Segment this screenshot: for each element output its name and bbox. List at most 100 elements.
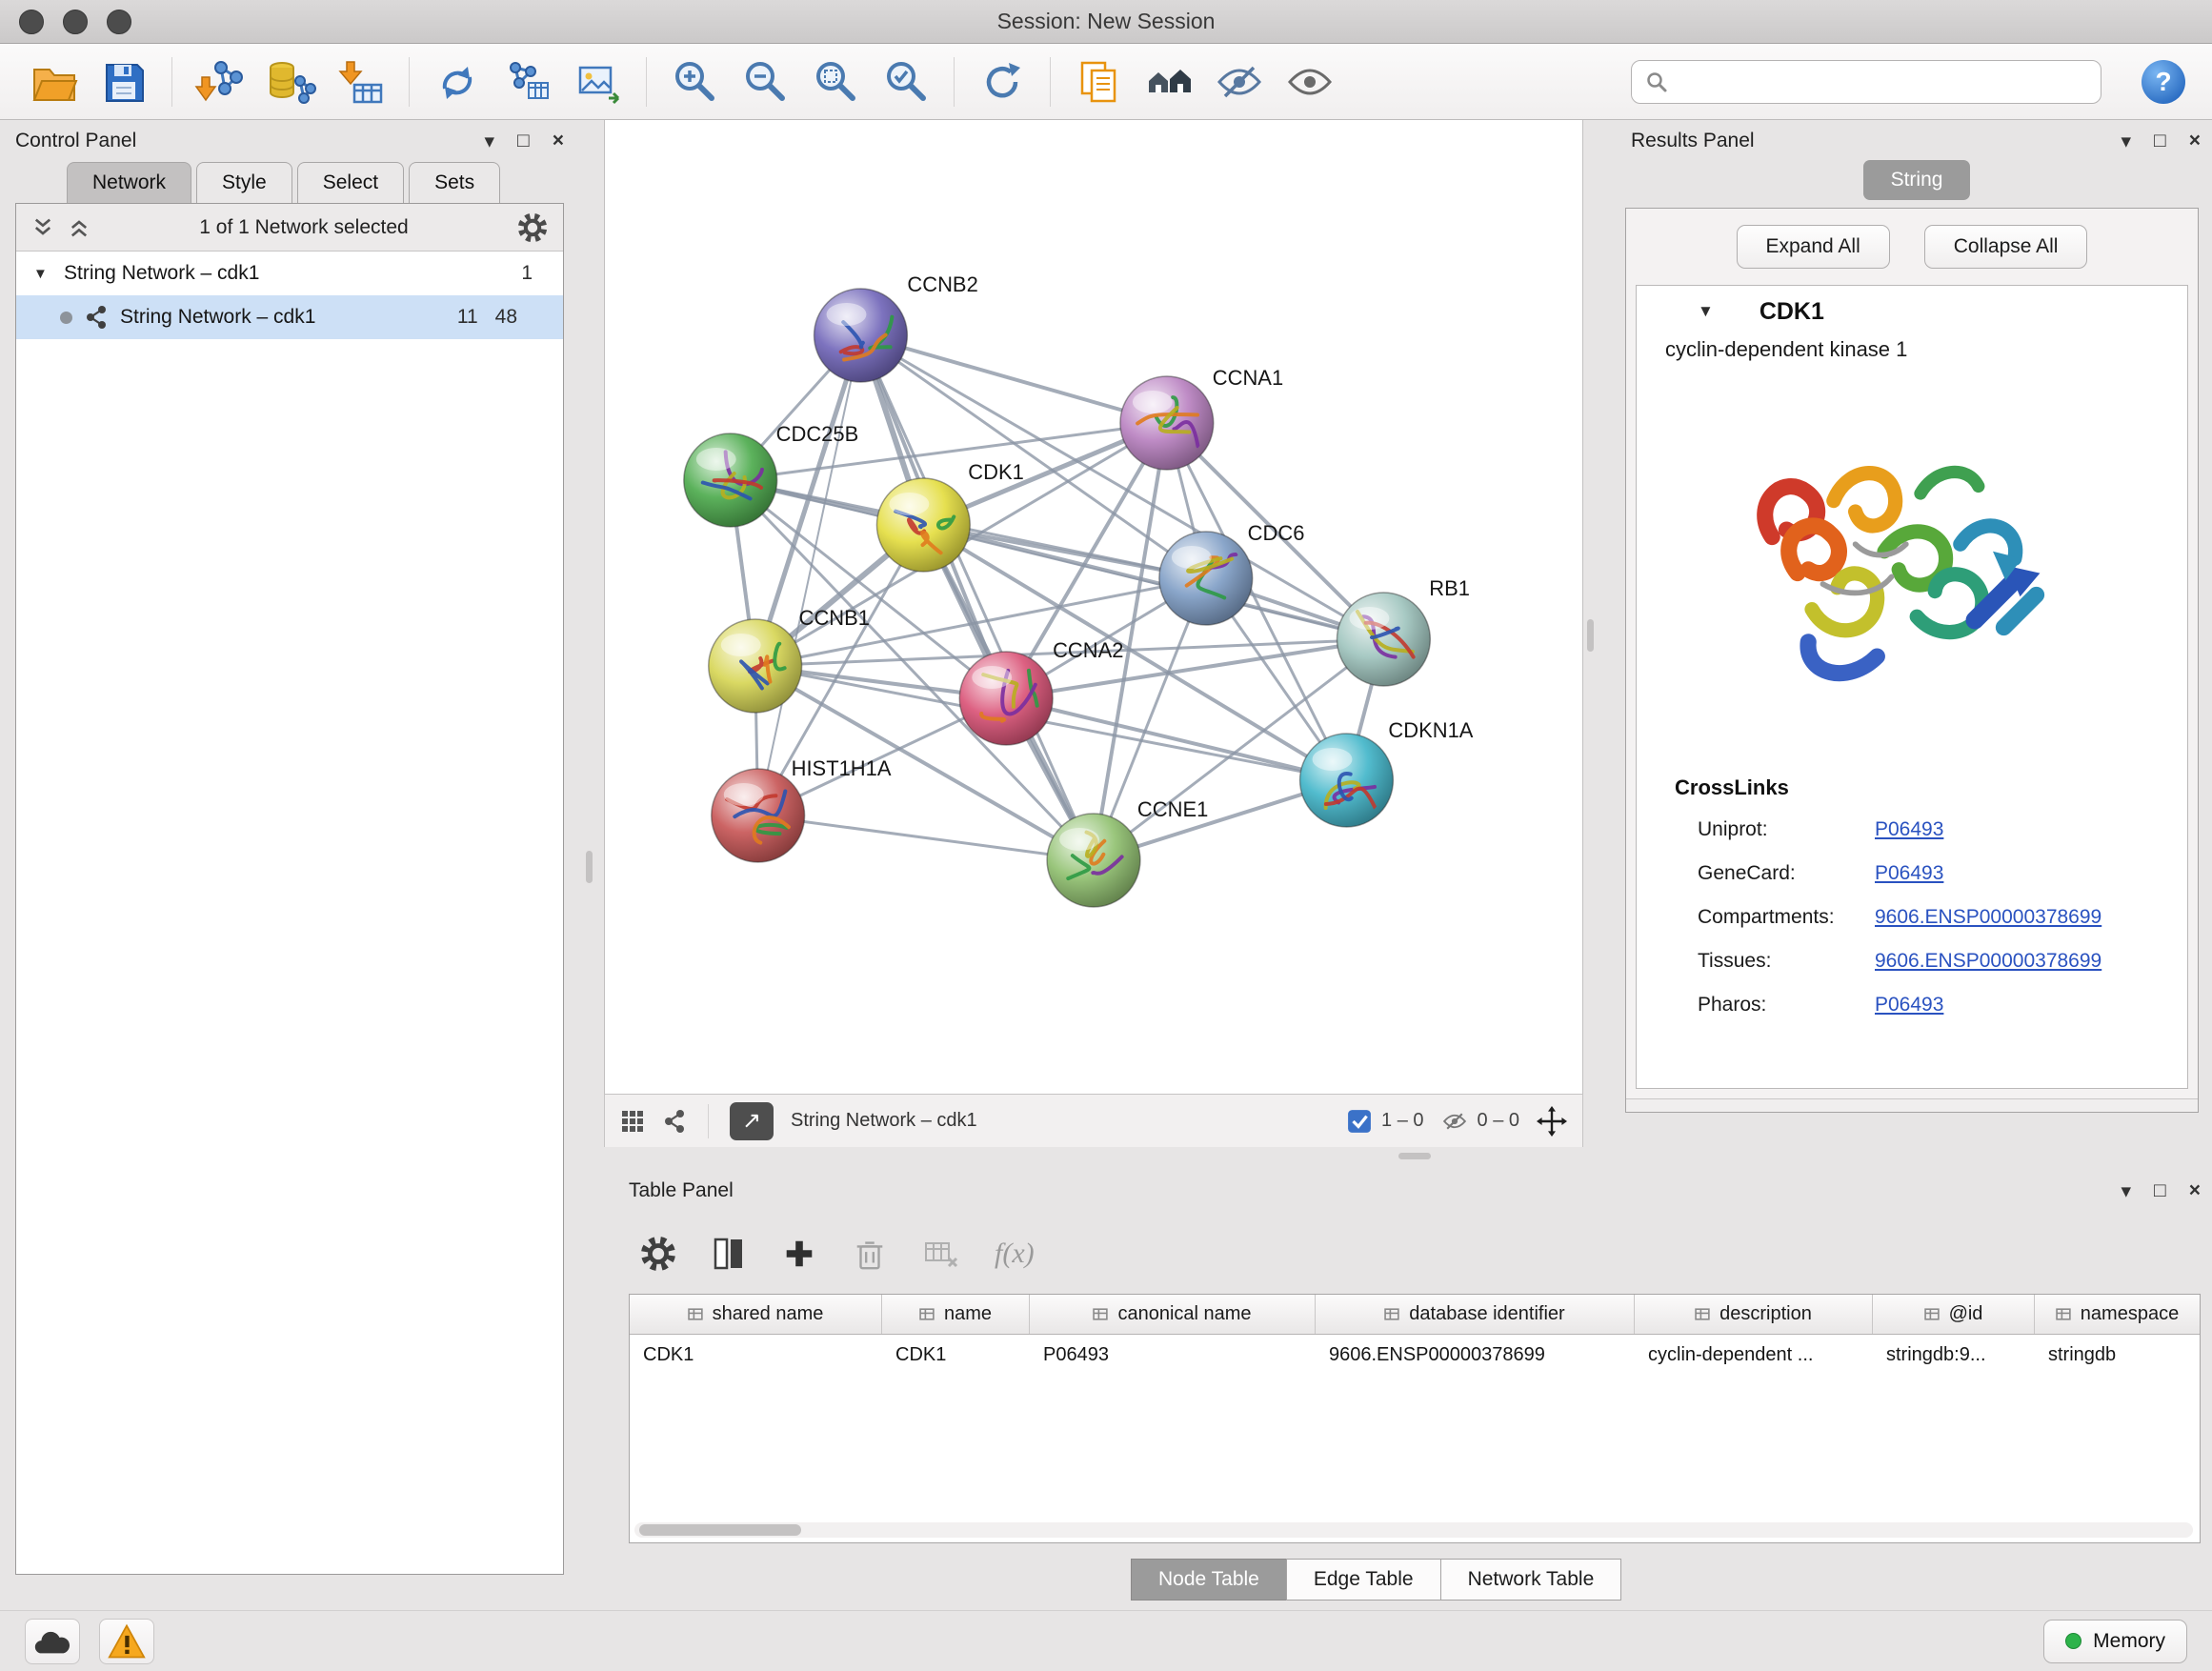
import-network-file-button[interactable]: [193, 54, 247, 110]
cell-database-identifier[interactable]: 9606.ENSP00000378699: [1316, 1335, 1635, 1375]
memory-button[interactable]: Memory: [2043, 1620, 2187, 1663]
gene-collapse-icon[interactable]: ▼: [1698, 302, 1714, 321]
column-header-id[interactable]: @id: [1873, 1295, 2035, 1334]
column-header-shared-name[interactable]: shared name: [630, 1295, 882, 1334]
table-panel-close-icon[interactable]: ×: [2189, 1179, 2201, 1202]
tab-style[interactable]: Style: [196, 162, 292, 203]
clone-network-button[interactable]: [431, 54, 484, 110]
network-node-CDKN1A[interactable]: [1300, 734, 1394, 827]
function-builder-icon[interactable]: f(x): [995, 1238, 1035, 1270]
results-panel-float-icon[interactable]: □: [2154, 130, 2166, 152]
results-panel-close-icon[interactable]: ×: [2189, 130, 2201, 152]
warnings-button[interactable]: [99, 1619, 154, 1664]
apply-layout-button[interactable]: [975, 54, 1029, 110]
tab-edge-table[interactable]: Edge Table: [1286, 1559, 1441, 1601]
column-header-name[interactable]: name: [882, 1295, 1030, 1334]
tab-network[interactable]: Network: [67, 162, 191, 203]
network-collection-row[interactable]: ▼ String Network – cdk1 1: [16, 252, 563, 295]
cell-name[interactable]: CDK1: [882, 1335, 1030, 1375]
add-column-plus-icon[interactable]: [781, 1236, 817, 1272]
table-scrollbar-thumb[interactable]: [639, 1524, 801, 1536]
column-header-description[interactable]: description: [1635, 1295, 1873, 1334]
import-network-database-button[interactable]: [264, 54, 317, 110]
expand-all-button[interactable]: Expand All: [1737, 225, 1890, 269]
selected-checkbox-icon[interactable]: [1347, 1109, 1372, 1134]
cell-id[interactable]: stringdb:9...: [1873, 1335, 2035, 1375]
show-all-button[interactable]: [1283, 54, 1337, 110]
network-edge[interactable]: [860, 335, 1166, 423]
hidden-eye-slash-icon[interactable]: [1441, 1108, 1468, 1135]
help-button[interactable]: ?: [2142, 60, 2185, 104]
collapse-all-button[interactable]: Collapse All: [1924, 225, 2088, 269]
results-horizontal-scrollbar[interactable]: [1626, 1098, 2198, 1112]
search-input[interactable]: [1678, 63, 2087, 101]
copy-style-button[interactable]: [1072, 54, 1125, 110]
cell-canonical-name[interactable]: P06493: [1030, 1335, 1316, 1375]
grid-view-icon[interactable]: [620, 1109, 645, 1134]
splitter-handle-right[interactable]: [1587, 619, 1594, 652]
network-node-CCNB1[interactable]: [709, 619, 802, 713]
crosslink-link[interactable]: 9606.ENSP00000378699: [1875, 906, 2101, 929]
column-header-canonical-name[interactable]: canonical name: [1030, 1295, 1316, 1334]
birdseye-view-button[interactable]: ↗: [730, 1102, 774, 1140]
splitter-handle-bottom[interactable]: [1398, 1153, 1431, 1159]
cell-description[interactable]: cyclin-dependent ...: [1635, 1335, 1873, 1375]
export-image-button[interactable]: [572, 54, 625, 110]
hide-selected-button[interactable]: [1213, 54, 1266, 110]
network-edge[interactable]: [1006, 698, 1346, 780]
control-panel-menu-icon[interactable]: ▾: [485, 130, 495, 153]
delete-table-icon[interactable]: [922, 1236, 960, 1272]
network-graph[interactable]: CCNB2CCNA1CDC25BCDK1CDC6RB1CCNB1CCNA2CDK…: [605, 120, 1582, 1094]
gear-icon[interactable]: [517, 212, 548, 243]
crosslink-link[interactable]: P06493: [1875, 818, 1943, 841]
tree-expander-icon[interactable]: ▼: [33, 266, 52, 282]
import-table-file-button[interactable]: [334, 54, 388, 110]
network-row-selected[interactable]: String Network – cdk1 11 48: [16, 295, 563, 339]
open-session-button[interactable]: [27, 54, 80, 110]
network-node-CDC25B[interactable]: [684, 433, 777, 527]
cell-shared-name[interactable]: CDK1: [630, 1335, 882, 1375]
network-node-CCNA1[interactable]: [1120, 376, 1214, 470]
manage-columns-icon[interactable]: [711, 1235, 747, 1273]
network-view-icon[interactable]: [662, 1109, 687, 1134]
crosslink-link[interactable]: P06493: [1875, 994, 1943, 1017]
table-row[interactable]: CDK1 CDK1 P06493 9606.ENSP00000378699 cy…: [630, 1335, 2200, 1375]
network-node-RB1[interactable]: [1337, 593, 1431, 686]
network-node-HIST1H1A[interactable]: [712, 769, 805, 862]
network-edge[interactable]: [758, 335, 861, 815]
network-and-table-button[interactable]: [501, 54, 554, 110]
collapse-all-icon[interactable]: [31, 216, 54, 239]
network-edge[interactable]: [860, 335, 1094, 860]
cloud-button[interactable]: [25, 1619, 80, 1664]
network-node-CDC6[interactable]: [1159, 532, 1253, 625]
cell-namespace[interactable]: stringdb: [2035, 1335, 2200, 1375]
results-panel-menu-icon[interactable]: ▾: [2122, 130, 2132, 153]
column-header-namespace[interactable]: namespace: [2035, 1295, 2200, 1334]
zoom-fit-button[interactable]: [809, 54, 862, 110]
crosslink-link[interactable]: 9606.ENSP00000378699: [1875, 950, 2101, 973]
delete-column-trash-icon[interactable]: [852, 1236, 888, 1272]
table-panel-float-icon[interactable]: □: [2154, 1179, 2166, 1202]
save-session-button[interactable]: [97, 54, 151, 110]
table-horizontal-scrollbar[interactable]: [634, 1522, 2193, 1538]
pan-move-icon[interactable]: [1537, 1106, 1567, 1137]
first-neighbors-button[interactable]: [1142, 54, 1196, 110]
network-node-CCNB2[interactable]: [814, 289, 908, 382]
control-panel-float-icon[interactable]: □: [517, 130, 530, 152]
column-header-database-identifier[interactable]: database identifier: [1316, 1295, 1635, 1334]
zoom-out-button[interactable]: [738, 54, 792, 110]
network-node-CCNA2[interactable]: [959, 652, 1053, 745]
splitter-handle-left[interactable]: [586, 851, 593, 883]
crosslink-link[interactable]: P06493: [1875, 862, 1943, 885]
search-box[interactable]: [1631, 60, 2101, 104]
table-settings-gear-icon[interactable]: [640, 1236, 676, 1272]
zoom-in-button[interactable]: [668, 54, 721, 110]
tab-select[interactable]: Select: [297, 162, 404, 203]
table-panel-menu-icon[interactable]: ▾: [2122, 1179, 2132, 1203]
string-results-tab[interactable]: String: [1863, 160, 1970, 200]
tab-node-table[interactable]: Node Table: [1131, 1559, 1287, 1601]
control-panel-close-icon[interactable]: ×: [553, 130, 564, 152]
gene-section-header[interactable]: ▼ CDK1: [1637, 286, 2187, 337]
tab-sets[interactable]: Sets: [409, 162, 500, 203]
expand-all-icon[interactable]: [68, 216, 90, 239]
